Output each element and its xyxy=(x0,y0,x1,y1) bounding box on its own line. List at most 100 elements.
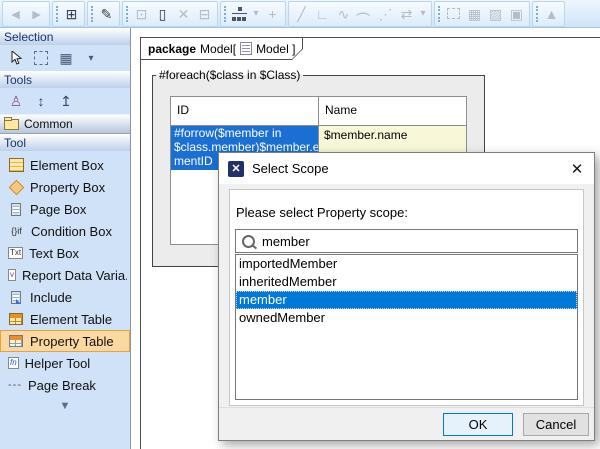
check-syntax-icon[interactable]: ✎ xyxy=(96,3,117,24)
toolbar-grip[interactable] xyxy=(91,5,93,22)
package-frame-header[interactable]: package Model[ Model ] xyxy=(140,37,303,60)
toolbar-group-containment: ⊞ xyxy=(52,0,85,27)
ok-button[interactable]: OK xyxy=(443,412,513,436)
diagram-icon xyxy=(240,42,252,55)
section-header-tools[interactable]: Tools xyxy=(0,71,130,88)
section-header-selection[interactable]: Selection xyxy=(0,28,130,45)
selection-icon-row: ▦ ▾ xyxy=(0,45,130,71)
tool-item-label: Text Box xyxy=(29,245,79,261)
copy-icon[interactable]: ⊡ xyxy=(131,3,152,24)
palette-collapse-row: ▼ xyxy=(0,396,130,412)
reset-path-icon[interactable]: ⇄ xyxy=(396,3,417,24)
scope-list-item-importedMember[interactable]: importedMember xyxy=(236,255,577,273)
tool-item-label: Page Box xyxy=(30,201,87,217)
delete-icon[interactable]: ✕ xyxy=(173,3,194,24)
oblique-line-icon[interactable]: ∿ xyxy=(333,3,354,24)
autosize-icon[interactable] xyxy=(443,3,464,24)
main-toolbar: ◄ ► ⊞ ✎ ⊡ ▯ ✕ ⊟ ▾ + ╱ ∟ ∿ ( ⋰ ⇄ ▾ ▦ ▨ ▣ … xyxy=(0,0,600,28)
helper-tool-icon: fn xyxy=(8,357,19,369)
tool-palette-list: Element Box Property Box Page Box {}if C… xyxy=(0,151,130,412)
pyramid-icon[interactable]: ▲ xyxy=(541,3,562,24)
tool-item-label: Condition Box xyxy=(31,223,112,239)
toolbar-grip[interactable] xyxy=(56,5,58,22)
frame-keyword: package xyxy=(148,41,197,56)
paste-special-icon[interactable]: ⊟ xyxy=(194,3,215,24)
containment-tree-icon[interactable]: ⊞ xyxy=(61,3,82,24)
toolbar-grip[interactable] xyxy=(126,5,128,22)
diagram-table-header-id[interactable]: ID xyxy=(171,97,319,125)
section-header-tool[interactable]: Tool xyxy=(0,134,130,151)
forward-icon[interactable]: ► xyxy=(26,3,47,24)
toolbar-group-highlight: ▲ xyxy=(532,0,565,27)
align-vertical-icon[interactable]: ↥ xyxy=(58,93,74,109)
toolbar-grip[interactable] xyxy=(224,5,226,22)
image-shape-icon[interactable]: ▨ xyxy=(485,3,506,24)
property-box-icon xyxy=(8,179,24,195)
element-box-icon xyxy=(8,157,24,173)
app-logo-icon: ✕ xyxy=(228,160,244,177)
search-icon xyxy=(242,234,255,248)
tool-item-property-box[interactable]: Property Box xyxy=(0,176,130,198)
folder-icon xyxy=(4,116,19,130)
collapse-arrow-icon[interactable]: ▼ xyxy=(60,400,71,412)
back-icon[interactable]: ◄ xyxy=(5,3,26,24)
tool-item-label: Element Table xyxy=(30,311,113,327)
scope-list-item-ownedMember[interactable]: ownedMember xyxy=(236,309,577,327)
layout-caret-icon[interactable]: ▾ xyxy=(250,3,262,24)
cancel-button[interactable]: Cancel xyxy=(523,412,589,436)
scope-list-item-inheritedMember[interactable]: inheritedMember xyxy=(236,273,577,291)
selection-caret-icon[interactable]: ▾ xyxy=(83,50,99,66)
align-icon[interactable]: + xyxy=(262,3,283,24)
stamp-tool-icon[interactable]: ♙ xyxy=(8,93,24,109)
tool-item-element-box[interactable]: Element Box xyxy=(0,154,130,176)
frame-shape-icon[interactable]: ▣ xyxy=(506,3,527,24)
grid-table-icon[interactable]: ▦ xyxy=(464,3,485,24)
tool-item-element-table[interactable]: Element Table xyxy=(0,308,130,330)
tool-item-label: Property Table xyxy=(30,333,114,349)
straight-line-icon[interactable]: ╱ xyxy=(291,3,312,24)
page-box-icon xyxy=(8,201,24,217)
toolbar-grip[interactable] xyxy=(536,5,538,22)
tool-item-text-box[interactable]: Txt Text Box xyxy=(0,242,130,264)
path-caret-icon[interactable]: ▾ xyxy=(417,3,429,24)
rectilinear-line-icon[interactable]: ∟ xyxy=(312,3,333,24)
tool-item-page-box[interactable]: Page Box xyxy=(0,198,130,220)
cursor-arrow-icon[interactable] xyxy=(8,50,24,66)
tool-item-property-table[interactable]: Property Table xyxy=(0,330,130,352)
scope-selection-panel: Please select Property scope: importedMe… xyxy=(229,189,584,406)
tool-item-condition-box[interactable]: {}if Condition Box xyxy=(0,220,130,242)
tool-item-page-break[interactable]: --- Page Break xyxy=(0,374,130,396)
drawer-common[interactable]: Common xyxy=(0,114,130,134)
tool-item-label: Element Box xyxy=(30,157,104,173)
property-table-icon xyxy=(8,333,24,349)
scope-search-box xyxy=(235,229,578,253)
distribute-vertical-icon[interactable]: ↕ xyxy=(33,93,49,109)
layout-hierarchy-icon[interactable] xyxy=(229,3,250,24)
line-jump-icon[interactable]: ⋰ xyxy=(375,3,396,24)
application-window: ◄ ► ⊞ ✎ ⊡ ▯ ✕ ⊟ ▾ + ╱ ∟ ∿ ( ⋰ ⇄ ▾ ▦ ▨ ▣ … xyxy=(0,0,600,449)
toolbar-group-navigation: ◄ ► xyxy=(2,0,50,27)
page-break-icon: --- xyxy=(8,379,22,391)
element-table-icon xyxy=(8,311,24,327)
curved-line-icon[interactable]: ( xyxy=(354,3,375,24)
toolbar-group-validation: ✎ xyxy=(87,0,120,27)
paste-icon[interactable]: ▯ xyxy=(152,3,173,24)
diagram-table-header-row: ID Name xyxy=(171,97,466,126)
scope-list-item-member[interactable]: member xyxy=(236,291,577,309)
diagram-table-header-name[interactable]: Name xyxy=(319,97,466,125)
report-data-variable-icon: v xyxy=(8,269,16,281)
dialog-footer: OK Cancel xyxy=(219,407,594,440)
toolbar-grip[interactable] xyxy=(438,5,440,22)
marquee-select-icon[interactable] xyxy=(33,50,49,66)
dialog-title-bar[interactable]: ✕ Select Scope ✕ xyxy=(219,153,594,184)
tool-item-report-data-variable[interactable]: v Report Data Varia... xyxy=(0,264,130,286)
group-select-icon[interactable]: ▦ xyxy=(58,50,74,66)
tool-item-label: Helper Tool xyxy=(24,355,91,371)
tool-item-helper-tool[interactable]: fn Helper Tool xyxy=(0,352,130,374)
frame-title-left: Model[ xyxy=(200,41,237,56)
package-frame-header-text: package Model[ Model ] xyxy=(141,38,302,59)
tool-item-include[interactable]: Include xyxy=(0,286,130,308)
select-scope-dialog: ✕ Select Scope ✕ Please select Property … xyxy=(218,152,595,441)
close-icon[interactable]: ✕ xyxy=(560,153,594,184)
scope-search-input[interactable] xyxy=(262,233,577,249)
